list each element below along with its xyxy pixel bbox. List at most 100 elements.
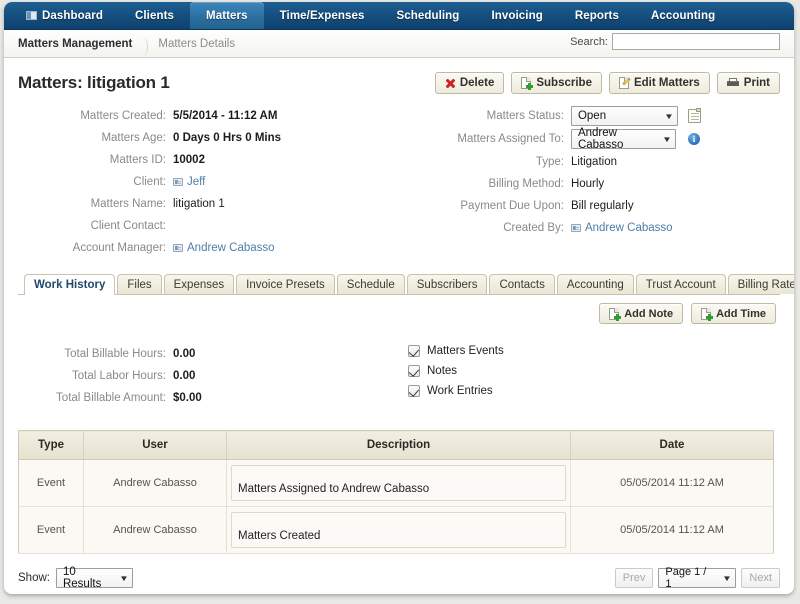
field-created-by: Created By: Andrew Cabasso (404, 218, 780, 237)
field-matters-id: Matters ID: 10002 (18, 150, 404, 169)
contact-card-icon (173, 177, 183, 186)
print-button[interactable]: Print (716, 72, 780, 94)
created-by-link[interactable]: Andrew Cabasso (570, 222, 673, 234)
selected-value: Andrew Cabasso (577, 127, 624, 151)
details-right-column: Matters Status: Open ▼ Matters Assigned … (404, 106, 780, 260)
table-header-row: Type User Description Date (18, 430, 774, 460)
filter-notes[interactable]: Notes (408, 365, 504, 377)
pane-actions: Add Note Add Time (18, 303, 780, 324)
checkbox-icon[interactable] (408, 385, 420, 397)
tab-label: Accounting (566, 278, 624, 291)
tab-files[interactable]: Files (117, 274, 162, 294)
field-value: Bill regularly (570, 199, 634, 212)
field-value: $0.00 (173, 391, 202, 404)
selected-value: Page 1 / 1 (665, 566, 707, 590)
checkbox-icon[interactable] (408, 345, 420, 357)
field-label: Created By: (503, 221, 564, 234)
filter-checkboxes: Matters Events Notes Work Entries (408, 344, 504, 410)
nav-item-dashboard[interactable]: Dashboard (10, 2, 119, 29)
nav-item-time-expenses[interactable]: Time/Expenses (264, 2, 381, 29)
breadcrumb-root[interactable]: Matters Management (4, 38, 132, 50)
selected-value: 10 Results (62, 566, 102, 590)
show-label: Show: (18, 572, 50, 584)
nav-label: Accounting (650, 9, 716, 22)
field-value: Litigation (570, 155, 617, 168)
cell-date: 05/05/2014 11:12 AM (570, 459, 774, 507)
details-left-column: Matters Created: 5/5/2014 - 11:12 AM Mat… (18, 106, 404, 260)
nav-item-accounting[interactable]: Accounting (635, 2, 731, 29)
prev-page-button[interactable]: Prev (614, 568, 654, 588)
nav-item-clients[interactable]: Clients (119, 2, 190, 29)
totals-column: Total Billable Hours: 0.00 Total Labor H… (18, 344, 408, 410)
results-select[interactable]: 10 Results ▼ (55, 566, 133, 590)
total-billable-hours: Total Billable Hours: 0.00 (18, 344, 408, 363)
tab-label: Files (127, 278, 152, 291)
nav-label: Scheduling (396, 9, 460, 22)
column-header-user[interactable]: User (83, 430, 227, 460)
field-label: Total Billable Hours: (64, 347, 166, 360)
next-page-button[interactable]: Next (741, 568, 780, 588)
matters-status-select[interactable]: Open ▼ (570, 106, 678, 126)
cell-date: 05/05/2014 11:12 AM (570, 506, 774, 554)
delete-button[interactable]: Delete (434, 72, 505, 94)
tab-trust-account[interactable]: Trust Account (635, 274, 726, 294)
field-label: Total Labor Hours: (72, 369, 166, 382)
add-note-button[interactable]: Add Note (599, 303, 684, 324)
main-panel: Dashboard Clients Matters Time/Expenses … (4, 2, 794, 594)
nav-item-reports[interactable]: Reports (559, 2, 635, 29)
tab-schedule[interactable]: Schedule (336, 274, 405, 294)
nav-label: Reports (574, 9, 619, 22)
contact-card-icon (570, 223, 581, 232)
nav-item-matters[interactable]: Matters (190, 2, 264, 35)
edit-matters-button[interactable]: Edit Matters (608, 72, 710, 94)
app-root: Dashboard Clients Matters Time/Expenses … (0, 0, 800, 604)
tab-invoice-presets[interactable]: Invoice Presets (236, 274, 335, 294)
tab-work-history[interactable]: Work History (24, 274, 116, 295)
filter-matters-events[interactable]: Matters Events (408, 345, 504, 357)
nav-item-scheduling[interactable]: Scheduling (380, 2, 475, 29)
cell-user: Andrew Cabasso (83, 459, 227, 507)
field-matters-name: Matters Name: litigation 1 (18, 194, 404, 213)
total-labor-hours: Total Labor Hours: 0.00 (18, 366, 408, 385)
page-select[interactable]: Page 1 / 1 ▼ (658, 566, 737, 590)
field-label: Matters Name: (90, 197, 166, 210)
note-icon[interactable] (687, 108, 701, 123)
button-label: Add Note (624, 307, 674, 320)
document-edit-icon (618, 77, 629, 89)
search-input[interactable] (612, 33, 780, 50)
tab-contacts[interactable]: Contacts (489, 274, 555, 294)
tab-subscribers[interactable]: Subscribers (406, 274, 488, 294)
add-time-button[interactable]: Add Time (691, 303, 776, 324)
chevron-down-icon: ▼ (662, 134, 672, 144)
nav-label: Matters (206, 9, 248, 22)
tab-expenses[interactable]: Expenses (163, 274, 235, 294)
checkbox-icon[interactable] (408, 365, 420, 377)
table-row[interactable]: Event Andrew Cabasso Matters Assigned to… (18, 459, 774, 507)
field-payment-due-upon: Payment Due Upon: Bill regularly (404, 196, 780, 215)
content-body: Matters: litigation 1 Delete Subscribe E… (4, 58, 794, 594)
tab-billing-rates[interactable]: Billing Rates (727, 274, 794, 294)
button-label: Edit Matters (633, 77, 700, 89)
column-header-date[interactable]: Date (570, 430, 774, 460)
account-manager-link[interactable]: Andrew Cabasso (173, 242, 275, 254)
field-matters-created: Matters Created: 5/5/2014 - 11:12 AM (18, 106, 404, 125)
tab-accounting[interactable]: Accounting (556, 274, 634, 294)
column-header-description[interactable]: Description (226, 430, 571, 460)
chevron-down-icon: ▼ (119, 573, 129, 583)
field-value: Jeff (173, 176, 205, 188)
tab-label: Work History (34, 279, 106, 291)
field-value: 0.00 (173, 369, 196, 382)
filter-label: Work Entries (427, 385, 493, 397)
column-header-type[interactable]: Type (18, 430, 84, 460)
client-link[interactable]: Jeff (173, 176, 205, 188)
info-icon[interactable]: i (687, 133, 700, 145)
filter-work-entries[interactable]: Work Entries (408, 385, 504, 397)
matters-assigned-select[interactable]: Andrew Cabasso ▼ (570, 127, 676, 151)
table-row[interactable]: Event Andrew Cabasso Matters Created 05/… (18, 506, 774, 554)
field-label: Billing Method: (488, 177, 564, 190)
field-label: Account Manager: (72, 241, 166, 254)
subscribe-button[interactable]: Subscribe (511, 72, 602, 94)
nav-item-invoicing[interactable]: Invoicing (475, 2, 558, 29)
client-link-label: Jeff (187, 175, 206, 188)
detail-tabs: Work History Files Expenses Invoice Pres… (18, 272, 794, 295)
